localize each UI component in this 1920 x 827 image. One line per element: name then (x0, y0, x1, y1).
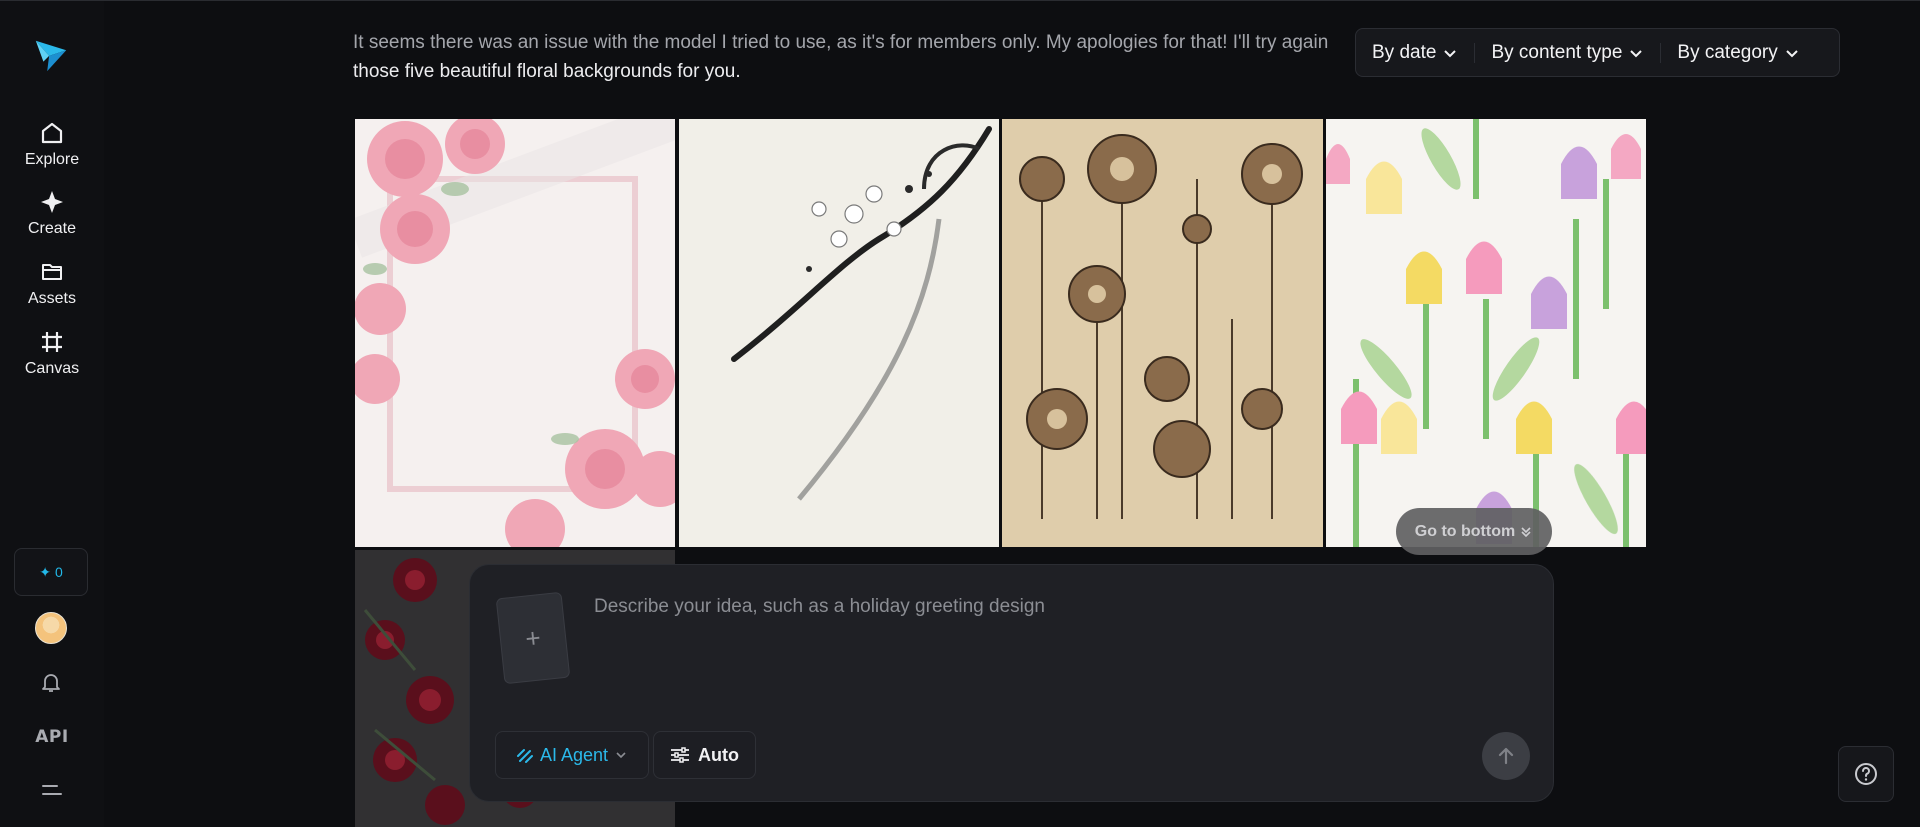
filter-by-category[interactable]: By category (1661, 42, 1815, 64)
ai-agent-selector[interactable]: AI Agent (495, 731, 649, 779)
message-line: those five beautiful floral backgrounds … (353, 61, 741, 82)
crop-icon (42, 332, 62, 352)
filter-by-content-type[interactable]: By content type (1475, 42, 1660, 64)
sidebar-item-canvas[interactable]: Canvas (0, 328, 104, 378)
sidebar-item-label: Canvas (24, 360, 80, 377)
spark-icon: ✦ (39, 563, 51, 580)
help-icon (1855, 763, 1877, 785)
prompt-composer: + AI Agent Auto (469, 564, 1554, 802)
generated-image-rose-frame[interactable] (355, 119, 675, 547)
sidebar-item-label: Explore (24, 151, 80, 168)
generated-image-ink-blossom[interactable] (679, 119, 999, 547)
home-icon (41, 122, 63, 144)
chevron-down-icon (1444, 49, 1457, 57)
plus-icon: + (523, 621, 543, 654)
double-chevron-down-icon (1521, 526, 1531, 537)
filter-by-date[interactable]: By date (1356, 42, 1474, 64)
send-button[interactable] (1482, 732, 1530, 780)
agent-label: AI Agent (539, 744, 609, 765)
help-button[interactable] (1838, 746, 1894, 802)
sidebar-item-create[interactable]: Create (0, 188, 104, 238)
chevron-down-icon (1630, 49, 1643, 57)
credits-count: 0 (54, 564, 63, 580)
avatar[interactable] (35, 612, 67, 644)
credits-badge[interactable]: ✦ 0 (14, 548, 88, 596)
api-link[interactable]: API (0, 727, 104, 747)
filter-label: By content type (1491, 41, 1623, 63)
sliders-icon (671, 747, 689, 763)
filter-label: By date (1372, 41, 1437, 63)
generated-image-tulips[interactable] (1326, 119, 1646, 547)
menu-icon[interactable] (41, 782, 63, 798)
chevron-down-icon (616, 752, 626, 759)
auto-label: Auto (698, 744, 739, 765)
go-to-bottom-label: Go to bottom (1414, 522, 1516, 540)
sidebar-item-label: Create (27, 220, 77, 237)
sidebar-item-explore[interactable]: Explore (0, 119, 104, 169)
message-line: It seems there was an issue with the mod… (353, 32, 1329, 53)
chevron-down-icon (1786, 49, 1798, 57)
agent-icon (516, 749, 533, 763)
auto-settings-button[interactable]: Auto (653, 731, 756, 779)
app-logo[interactable] (32, 35, 70, 73)
upload-image-button[interactable]: + (495, 591, 571, 685)
prompt-input[interactable] (594, 587, 1494, 627)
assistant-message: It seems there was an issue with the mod… (353, 28, 1373, 86)
sidebar: Explore Create Assets Canvas ✦ 0 API (0, 1, 104, 827)
filter-bar: By date By content type By category (1355, 28, 1840, 77)
filter-label: By category (1677, 41, 1778, 63)
sparkle-icon (41, 191, 63, 213)
arrow-up-icon (1498, 747, 1514, 765)
folder-icon (42, 264, 62, 280)
bell-icon[interactable] (38, 669, 64, 695)
sidebar-item-label: Assets (27, 290, 76, 307)
generated-image-vintage-botanical[interactable] (1002, 119, 1323, 547)
sidebar-item-assets[interactable]: Assets (0, 258, 104, 308)
app-window: Explore Create Assets Canvas ✦ 0 API It … (0, 0, 1920, 827)
go-to-bottom-button[interactable]: Go to bottom (1396, 508, 1552, 555)
